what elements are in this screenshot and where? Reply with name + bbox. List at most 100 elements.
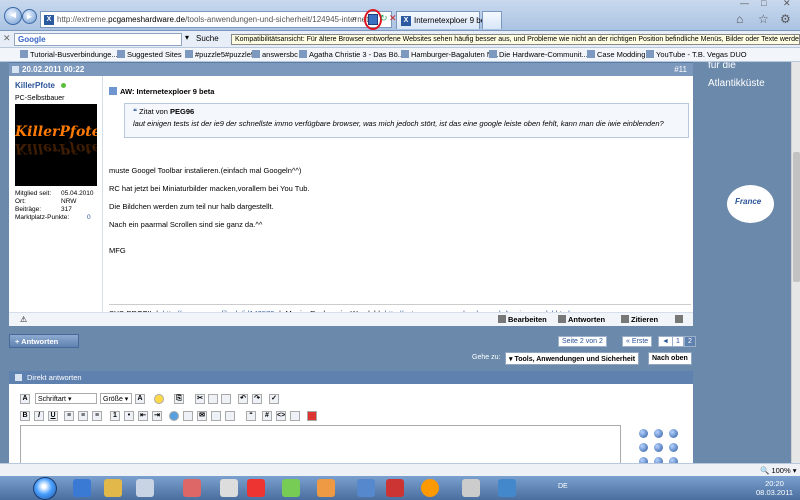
quote-insert-icon[interactable]: “ xyxy=(246,411,256,421)
app-taskbar-icon[interactable] xyxy=(183,479,201,497)
page-info[interactable]: Seite 2 von 2 xyxy=(558,336,607,347)
search-icon[interactable]: ⌕ xyxy=(352,13,357,24)
app-taskbar-icon[interactable] xyxy=(317,479,335,497)
favorite-link[interactable]: Die Hardware-Communit... xyxy=(489,50,588,59)
scrollbar-thumb[interactable] xyxy=(793,152,800,282)
attachment-icon[interactable]: ⎘ xyxy=(174,394,184,404)
minimize-icon[interactable]: — xyxy=(740,0,749,8)
start-button[interactable] xyxy=(33,477,57,500)
ie-taskbar-icon[interactable] xyxy=(73,479,91,497)
sidebar-advertisement[interactable]: für die Atlantikküste France xyxy=(700,62,791,332)
smiley-icon[interactable] xyxy=(669,443,678,452)
image-icon[interactable] xyxy=(211,411,221,421)
align-center-icon[interactable]: ≡ xyxy=(78,411,88,421)
address-bar[interactable]: X http://extreme.pcgameshardware.de/tool… xyxy=(40,11,392,28)
paste-icon[interactable] xyxy=(221,394,231,404)
favorite-link[interactable]: Suggested Sites xyxy=(117,50,182,59)
smiley-icon[interactable] xyxy=(154,394,164,404)
post-number[interactable]: #11 xyxy=(674,65,687,74)
align-left-icon[interactable]: ≡ xyxy=(64,411,74,421)
collapse-icon[interactable] xyxy=(15,374,22,381)
favorite-link[interactable]: Tutorial-Busverbindunge... xyxy=(20,50,118,59)
outdent-icon[interactable]: ⇤ xyxy=(138,411,148,421)
multi-quote-icon[interactable] xyxy=(675,315,685,324)
refresh-icon[interactable]: ↻ xyxy=(380,13,388,24)
address-url[interactable]: http://extreme.pcgameshardware.de/tools-… xyxy=(57,15,375,24)
prev-page-link[interactable]: ◄ xyxy=(658,336,673,347)
close-window-icon[interactable]: ✕ xyxy=(783,0,791,9)
copy-icon[interactable] xyxy=(208,394,218,404)
favorite-link[interactable]: Hamburger-Bagaluten N... xyxy=(401,50,499,59)
link-icon[interactable] xyxy=(169,411,179,421)
unlink-icon[interactable] xyxy=(183,411,193,421)
app-taskbar-icon[interactable] xyxy=(282,479,300,497)
app-taskbar-icon[interactable] xyxy=(247,479,265,497)
bold-icon[interactable]: B xyxy=(20,411,30,421)
explorer-taskbar-icon[interactable] xyxy=(104,479,122,497)
app-taskbar-icon[interactable] xyxy=(357,479,375,497)
clock[interactable]: 20:20 08.03.2011 xyxy=(756,479,793,497)
search-dropdown-icon[interactable]: ▾ xyxy=(185,33,189,42)
html-code-icon[interactable]: <> xyxy=(276,411,286,421)
report-icon[interactable]: ⚠ xyxy=(20,315,27,324)
favorite-link[interactable]: Case Modding xyxy=(587,50,645,59)
video-icon[interactable] xyxy=(225,411,235,421)
undo-icon[interactable]: ↶ xyxy=(238,394,248,404)
text-color-icon[interactable]: A xyxy=(135,394,145,404)
reply-textarea[interactable] xyxy=(20,425,621,463)
google-search-input[interactable]: Google xyxy=(14,33,182,46)
redo-icon[interactable]: ↷ xyxy=(252,394,262,404)
size-select[interactable]: Größe ▾ xyxy=(100,393,132,404)
bullet-list-icon[interactable]: • xyxy=(124,411,134,421)
page-scrollbar[interactable] xyxy=(791,62,800,463)
spellcheck-icon[interactable]: ✓ xyxy=(269,394,279,404)
settings-gear-icon[interactable]: ⚙ xyxy=(780,12,791,26)
maximize-icon[interactable]: □ xyxy=(761,0,766,8)
favorite-link[interactable]: Agatha Christie 3 - Das Bö... xyxy=(299,50,404,59)
smiley-icon[interactable] xyxy=(639,443,648,452)
new-tab-button[interactable] xyxy=(482,11,502,29)
back-button[interactable]: ◄ xyxy=(4,7,22,25)
media-taskbar-icon[interactable] xyxy=(136,479,154,497)
code-hash-icon[interactable]: # xyxy=(262,411,272,421)
favorite-link[interactable]: YouTube - T.B. Vegas DUO xyxy=(646,50,747,59)
page-link[interactable]: 1 xyxy=(672,336,684,347)
cut-icon[interactable]: ✂ xyxy=(195,394,205,404)
email-icon[interactable]: ✉ xyxy=(197,411,207,421)
quote-button[interactable]: Zitieren xyxy=(621,315,658,324)
underline-icon[interactable]: U xyxy=(48,411,58,421)
app-taskbar-icon[interactable] xyxy=(386,479,404,497)
remove-format-icon[interactable]: A xyxy=(20,394,30,404)
favorite-link[interactable]: #puzzle5#puzzle5 xyxy=(185,50,255,59)
favorites-star-icon[interactable]: ☆ xyxy=(758,12,769,26)
smiley-icon[interactable] xyxy=(639,429,648,438)
zoom-level[interactable]: 🔍 100% ▾ xyxy=(760,466,796,475)
google-search-button[interactable]: Suche xyxy=(196,34,219,43)
italic-icon[interactable]: I xyxy=(34,411,44,421)
ordered-list-icon[interactable]: 1 xyxy=(110,411,120,421)
new-reply-button[interactable]: + Antworten xyxy=(9,334,79,348)
tab-active[interactable]: X Internetexploer 9 beta xyxy=(396,11,492,29)
home-icon[interactable]: ⌂ xyxy=(736,12,743,26)
info-taskbar-icon[interactable] xyxy=(421,479,439,497)
app-taskbar-icon[interactable] xyxy=(220,479,238,497)
language-indicator[interactable]: DE xyxy=(558,483,568,490)
reply-post-button[interactable]: Antworten xyxy=(558,315,605,324)
app-taskbar-icon[interactable] xyxy=(462,479,480,497)
smiley-icon[interactable] xyxy=(669,429,678,438)
username-link[interactable]: KillerPfote xyxy=(15,81,55,90)
smiley-icon[interactable] xyxy=(654,443,663,452)
smiley-icon[interactable] xyxy=(654,429,663,438)
app-taskbar-icon[interactable] xyxy=(498,479,516,497)
toolbar-close-icon[interactable]: ✕ xyxy=(3,33,11,44)
back-to-top-button[interactable]: Nach oben xyxy=(648,352,692,365)
favorite-link[interactable]: answersbc xyxy=(252,50,298,59)
forward-button[interactable]: ► xyxy=(22,9,37,24)
youtube-icon[interactable] xyxy=(307,411,317,421)
forum-jump-select[interactable]: ▾ Tools, Anwendungen und Sicherheit xyxy=(505,352,640,365)
first-page-link[interactable]: « Erste xyxy=(622,336,653,347)
font-select[interactable]: Schriftart ▾ xyxy=(35,393,97,404)
indent-icon[interactable]: ⇥ xyxy=(152,411,162,421)
align-right-icon[interactable]: ≡ xyxy=(92,411,102,421)
edit-button[interactable]: Bearbeiten xyxy=(498,315,547,324)
